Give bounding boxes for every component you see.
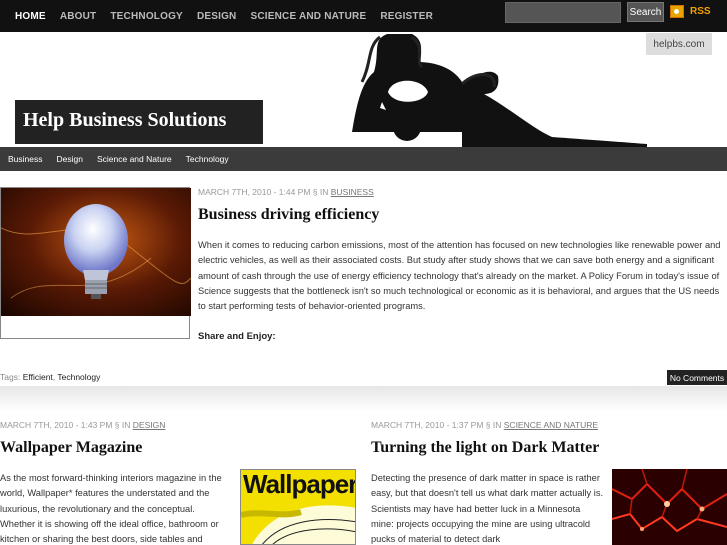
section-divider: [0, 386, 727, 412]
category-business[interactable]: Business: [8, 154, 43, 164]
nav-register[interactable]: REGISTER: [380, 11, 433, 22]
site-url-badge[interactable]: helpbs.com: [646, 33, 712, 55]
featured-post-meta: MARCH 7TH, 2010 - 1:44 PM § IN BUSINESS: [198, 187, 374, 197]
nav-design[interactable]: DESIGN: [197, 11, 237, 22]
share-label: Share and Enjoy:: [198, 331, 276, 342]
dark-matter-image[interactable]: [612, 469, 727, 545]
post-date: MARCH 7TH, 2010 - 1:44 PM § IN: [198, 187, 329, 197]
wallpaper-magazine-image[interactable]: Wallpaper*: [240, 469, 356, 545]
header-illustration: [262, 34, 647, 147]
post-meta: MARCH 7TH, 2010 - 1:43 PM § IN DESIGN: [0, 420, 165, 430]
featured-post-excerpt: When it comes to reducing carbon emissio…: [198, 240, 721, 312]
nav-science-and-nature[interactable]: SCIENCE AND NATURE: [250, 11, 366, 22]
tags-label: Tags:: [0, 372, 21, 382]
rss-link[interactable]: RSS: [670, 5, 711, 18]
post-tags: Tags: Efficient, Technology: [0, 372, 101, 382]
nav-technology[interactable]: TECHNOLOGY: [110, 11, 183, 22]
post-excerpt: Detecting the presence of dark matter in…: [371, 473, 604, 545]
dark-matter-art: [612, 469, 727, 545]
post-date: MARCH 7TH, 2010 - 1:37 PM § IN: [371, 420, 502, 430]
rss-icon: [670, 5, 684, 18]
tag-efficient[interactable]: Efficient: [23, 372, 53, 382]
nav-home[interactable]: HOME: [15, 11, 46, 22]
category-science-and-nature[interactable]: Science and Nature: [97, 154, 172, 164]
site-header: helpbs.com Help Business Solutions: [0, 32, 727, 147]
post-category-link[interactable]: BUSINESS: [331, 187, 374, 197]
post-title[interactable]: Turning the light on Dark Matter: [371, 439, 599, 457]
category-bar: Business Design Science and Nature Techn…: [0, 147, 727, 171]
lightbulb-image: [0, 188, 192, 316]
featured-post-title[interactable]: Business driving efficiency: [198, 206, 379, 224]
search-button[interactable]: Search: [627, 2, 664, 22]
comments-button[interactable]: No Comments: [667, 370, 727, 385]
post-date: MARCH 7TH, 2010 - 1:43 PM § IN: [0, 420, 131, 430]
magazine-masthead: Wallpaper*: [243, 469, 356, 499]
tag-technology[interactable]: Technology: [57, 372, 100, 382]
post-meta: MARCH 7TH, 2010 - 1:37 PM § IN SCIENCE A…: [371, 420, 598, 430]
post-title[interactable]: Wallpaper Magazine: [0, 439, 142, 457]
category-design[interactable]: Design: [57, 154, 83, 164]
main-nav: HOME ABOUT TECHNOLOGY DESIGN SCIENCE AND…: [8, 0, 440, 32]
category-technology[interactable]: Technology: [186, 154, 229, 164]
featured-post-image[interactable]: [0, 187, 192, 339]
rss-label: RSS: [690, 6, 711, 17]
post-excerpt: As the most forward-thinking interiors m…: [0, 473, 222, 545]
post-category-link[interactable]: DESIGN: [133, 420, 166, 430]
top-navigation-bar: HOME ABOUT TECHNOLOGY DESIGN SCIENCE AND…: [0, 0, 727, 32]
search-input[interactable]: [505, 2, 621, 23]
site-title[interactable]: Help Business Solutions: [15, 100, 263, 144]
nav-about[interactable]: ABOUT: [60, 11, 97, 22]
post-category-link[interactable]: SCIENCE AND NATURE: [504, 420, 598, 430]
